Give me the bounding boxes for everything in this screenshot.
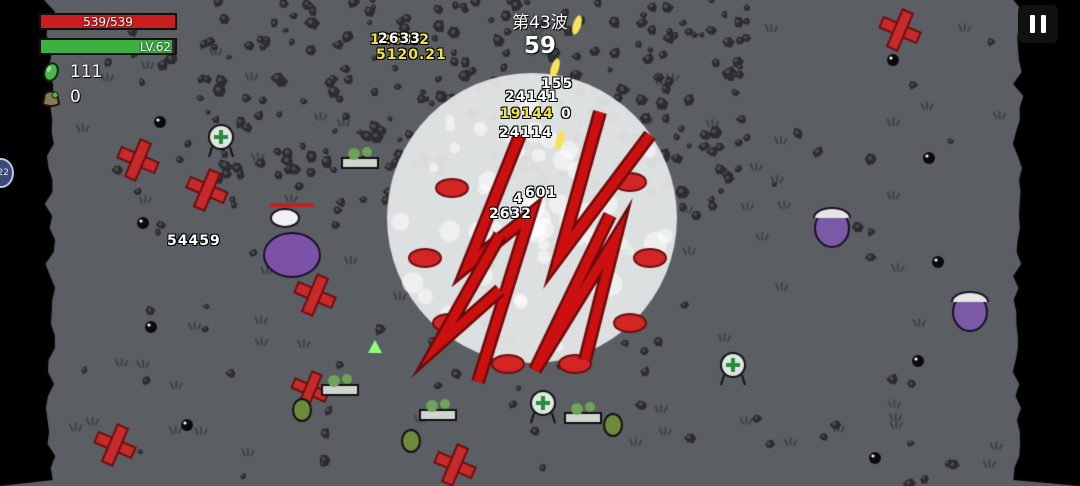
battle-arena: [0, 0, 1080, 486]
damage-number: 601: [525, 185, 558, 201]
experience-bar: LV.62: [39, 38, 177, 55]
pause-button[interactable]: [1018, 5, 1058, 43]
wave-label: 第43波: [512, 13, 568, 33]
game-screen: 1263.2 2633 5120.21 155 24141 19144 0 24114 601 2…: [0, 0, 1080, 486]
damage-number: 24114: [499, 125, 553, 141]
materials-count: 111: [70, 62, 103, 82]
bag-icon: [41, 90, 61, 107]
health-text: 539/539: [83, 14, 133, 29]
damage-number: 2633: [378, 31, 421, 47]
damage-number: 24141: [505, 89, 559, 105]
material-icon: [43, 62, 59, 82]
level-text: LV.62: [139, 39, 171, 54]
damage-number: 54459: [167, 233, 221, 249]
damage-number: 5120.21: [376, 47, 447, 63]
materials-counter: 111: [40, 62, 102, 82]
damage-number: 19144: [500, 106, 554, 122]
damage-number: 0: [561, 106, 572, 122]
damage-number: 4: [513, 191, 524, 207]
pause-icon: [1030, 15, 1035, 33]
wave-timer: 59: [523, 33, 556, 59]
bag-counter: 0: [40, 87, 81, 107]
bag-count: 0: [70, 87, 81, 107]
damage-number: 2632: [489, 206, 532, 222]
health-bar: 539/539: [39, 13, 177, 30]
